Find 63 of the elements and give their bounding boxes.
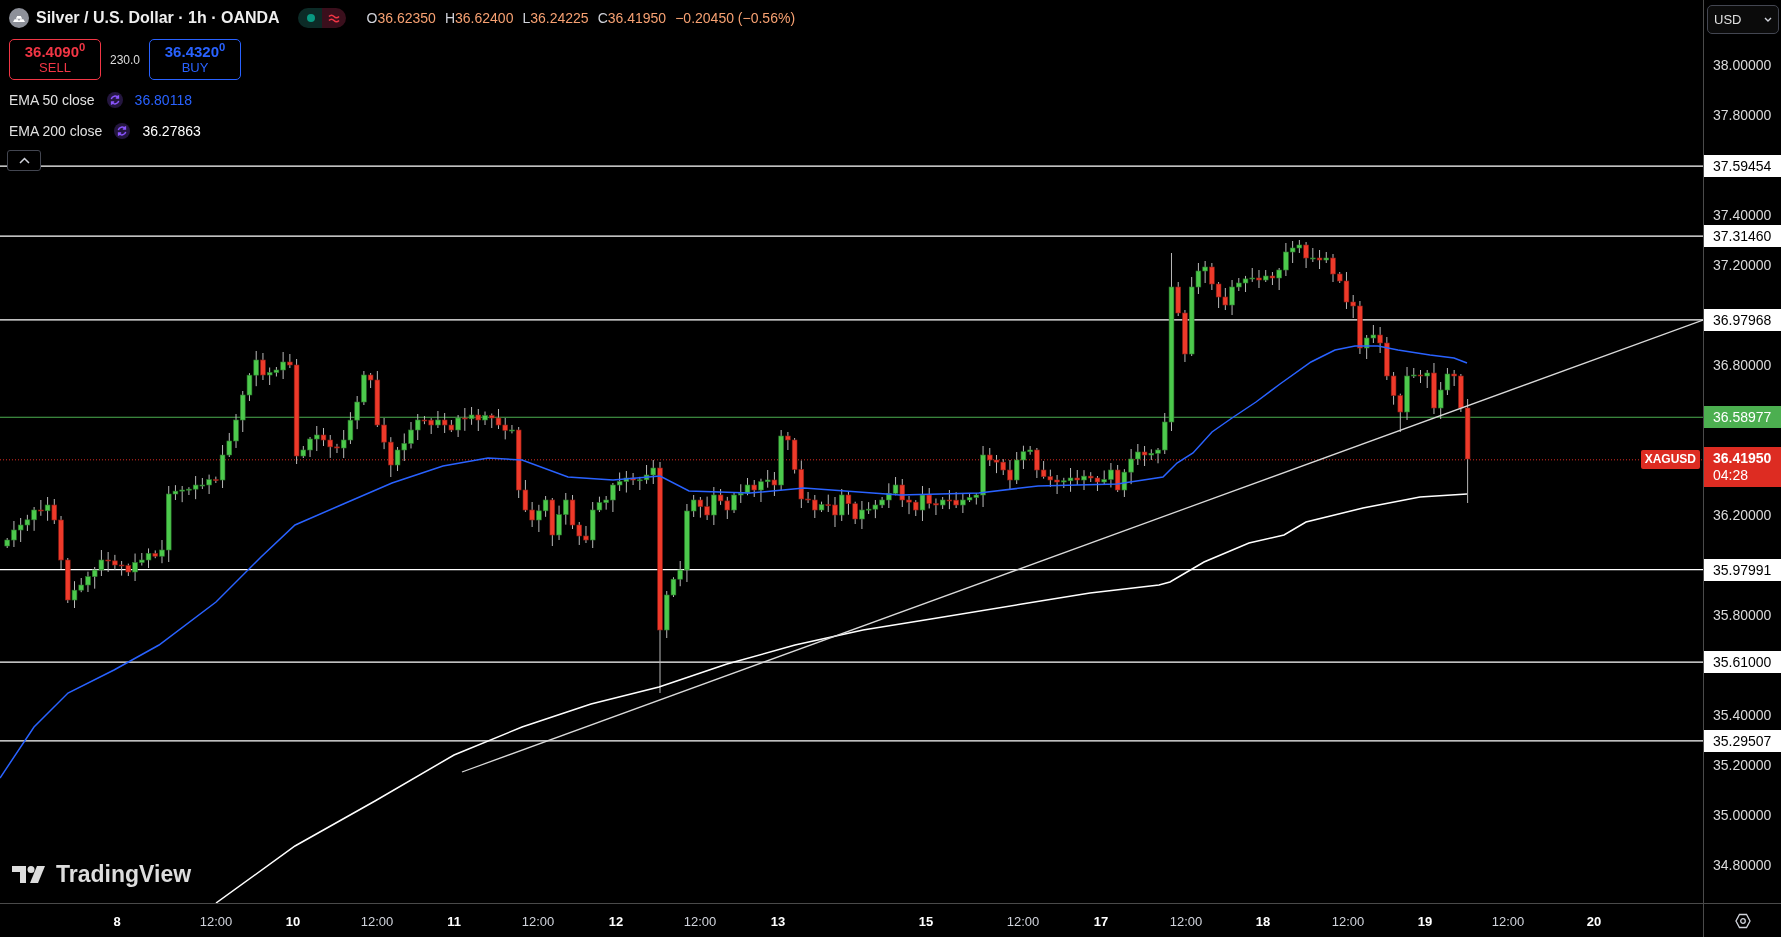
indicator-value: 36.27863 [142, 121, 201, 141]
settings-icon[interactable] [1734, 912, 1751, 929]
wavy-lines-icon [321, 8, 346, 28]
level-price-label: 36.97968 [1704, 308, 1781, 331]
price-tick: 35.80000 [1713, 605, 1772, 624]
time-label: 15 [918, 913, 934, 931]
collapse-button[interactable] [7, 150, 41, 171]
level-price-label: 37.31460 [1704, 225, 1781, 248]
time-label: 12:00 [360, 913, 394, 931]
price-tick: 35.00000 [1713, 805, 1772, 824]
level-price-label: 37.59454 [1704, 155, 1781, 178]
price-tick: 37.40000 [1713, 205, 1772, 224]
ohlc-value: L36.24225 [522, 8, 589, 28]
indicator-value: 36.80118 [134, 90, 192, 110]
indicator-name: EMA 50 close [9, 90, 95, 110]
price-tick: 38.00000 [1713, 55, 1772, 74]
time-label: 20 [1586, 913, 1602, 931]
sell-button[interactable]: 36.4090$^{0}$ SELL [9, 39, 101, 80]
time-label: 11 [447, 913, 461, 931]
time-label: 17 [1093, 913, 1109, 931]
price-tick: 34.80000 [1713, 855, 1772, 874]
ohlc-value: C36.41950 [597, 8, 667, 28]
currency-dropdown[interactable]: USD [1707, 5, 1779, 34]
price-change: −0.20450 (−0.56%) [675, 8, 796, 28]
time-label: 18 [1255, 913, 1271, 931]
price-tick: 36.20000 [1713, 505, 1772, 524]
time-label: 12:00 [1006, 913, 1040, 931]
time-label: 12:00 [199, 913, 233, 931]
ohlc-value: H36.62400 [444, 8, 514, 28]
time-label: 12:00 [1169, 913, 1203, 931]
price-tick: 37.80000 [1713, 105, 1772, 124]
logo-icon [12, 865, 45, 883]
indicator-name: EMA 200 close [9, 121, 103, 141]
level-price-label: 35.29507 [1704, 729, 1781, 752]
price-tick: 36.80000 [1713, 355, 1772, 374]
level-price-label: 35.61000 [1704, 651, 1781, 674]
last-price-value: 36.41950 [1713, 449, 1773, 467]
time-label: 10 [285, 913, 301, 931]
time-label: 12:00 [521, 913, 555, 931]
level-price-label: 36.58977 [1704, 406, 1781, 429]
time-label: 12 [608, 913, 624, 931]
ingots-icon [9, 8, 29, 28]
price-tick: 35.40000 [1713, 705, 1772, 724]
time-label: 12:00 [1331, 913, 1365, 931]
ohlc-value: O36.62350 [366, 8, 436, 28]
circular-arrows-icon [114, 123, 131, 139]
logo-text: TradingView [56, 861, 192, 887]
buy-button[interactable]: 36.4320$^{0}$ BUY [149, 39, 242, 80]
time-label: 13 [770, 913, 786, 931]
time-label: 12:00 [1491, 913, 1525, 931]
price-tick: 35.20000 [1713, 755, 1772, 774]
time-label: 19 [1417, 913, 1433, 931]
time-label: 12:00 [683, 913, 717, 931]
bar-countdown: 04:28 [1713, 466, 1750, 484]
symbol-label: XAGUSD [1640, 449, 1700, 469]
circular-arrows-icon [106, 92, 123, 108]
caret-down-icon [1764, 17, 1772, 22]
spread-value: 230.0 [110, 51, 141, 69]
chevron-up-icon [18, 157, 30, 164]
level-price-label: 35.97991 [1704, 558, 1781, 581]
chart-title: Silver / U.S. Dollar · 1h · OANDA [36, 8, 280, 28]
time-label: 8 [113, 913, 121, 931]
price-tick: 37.20000 [1713, 255, 1772, 274]
